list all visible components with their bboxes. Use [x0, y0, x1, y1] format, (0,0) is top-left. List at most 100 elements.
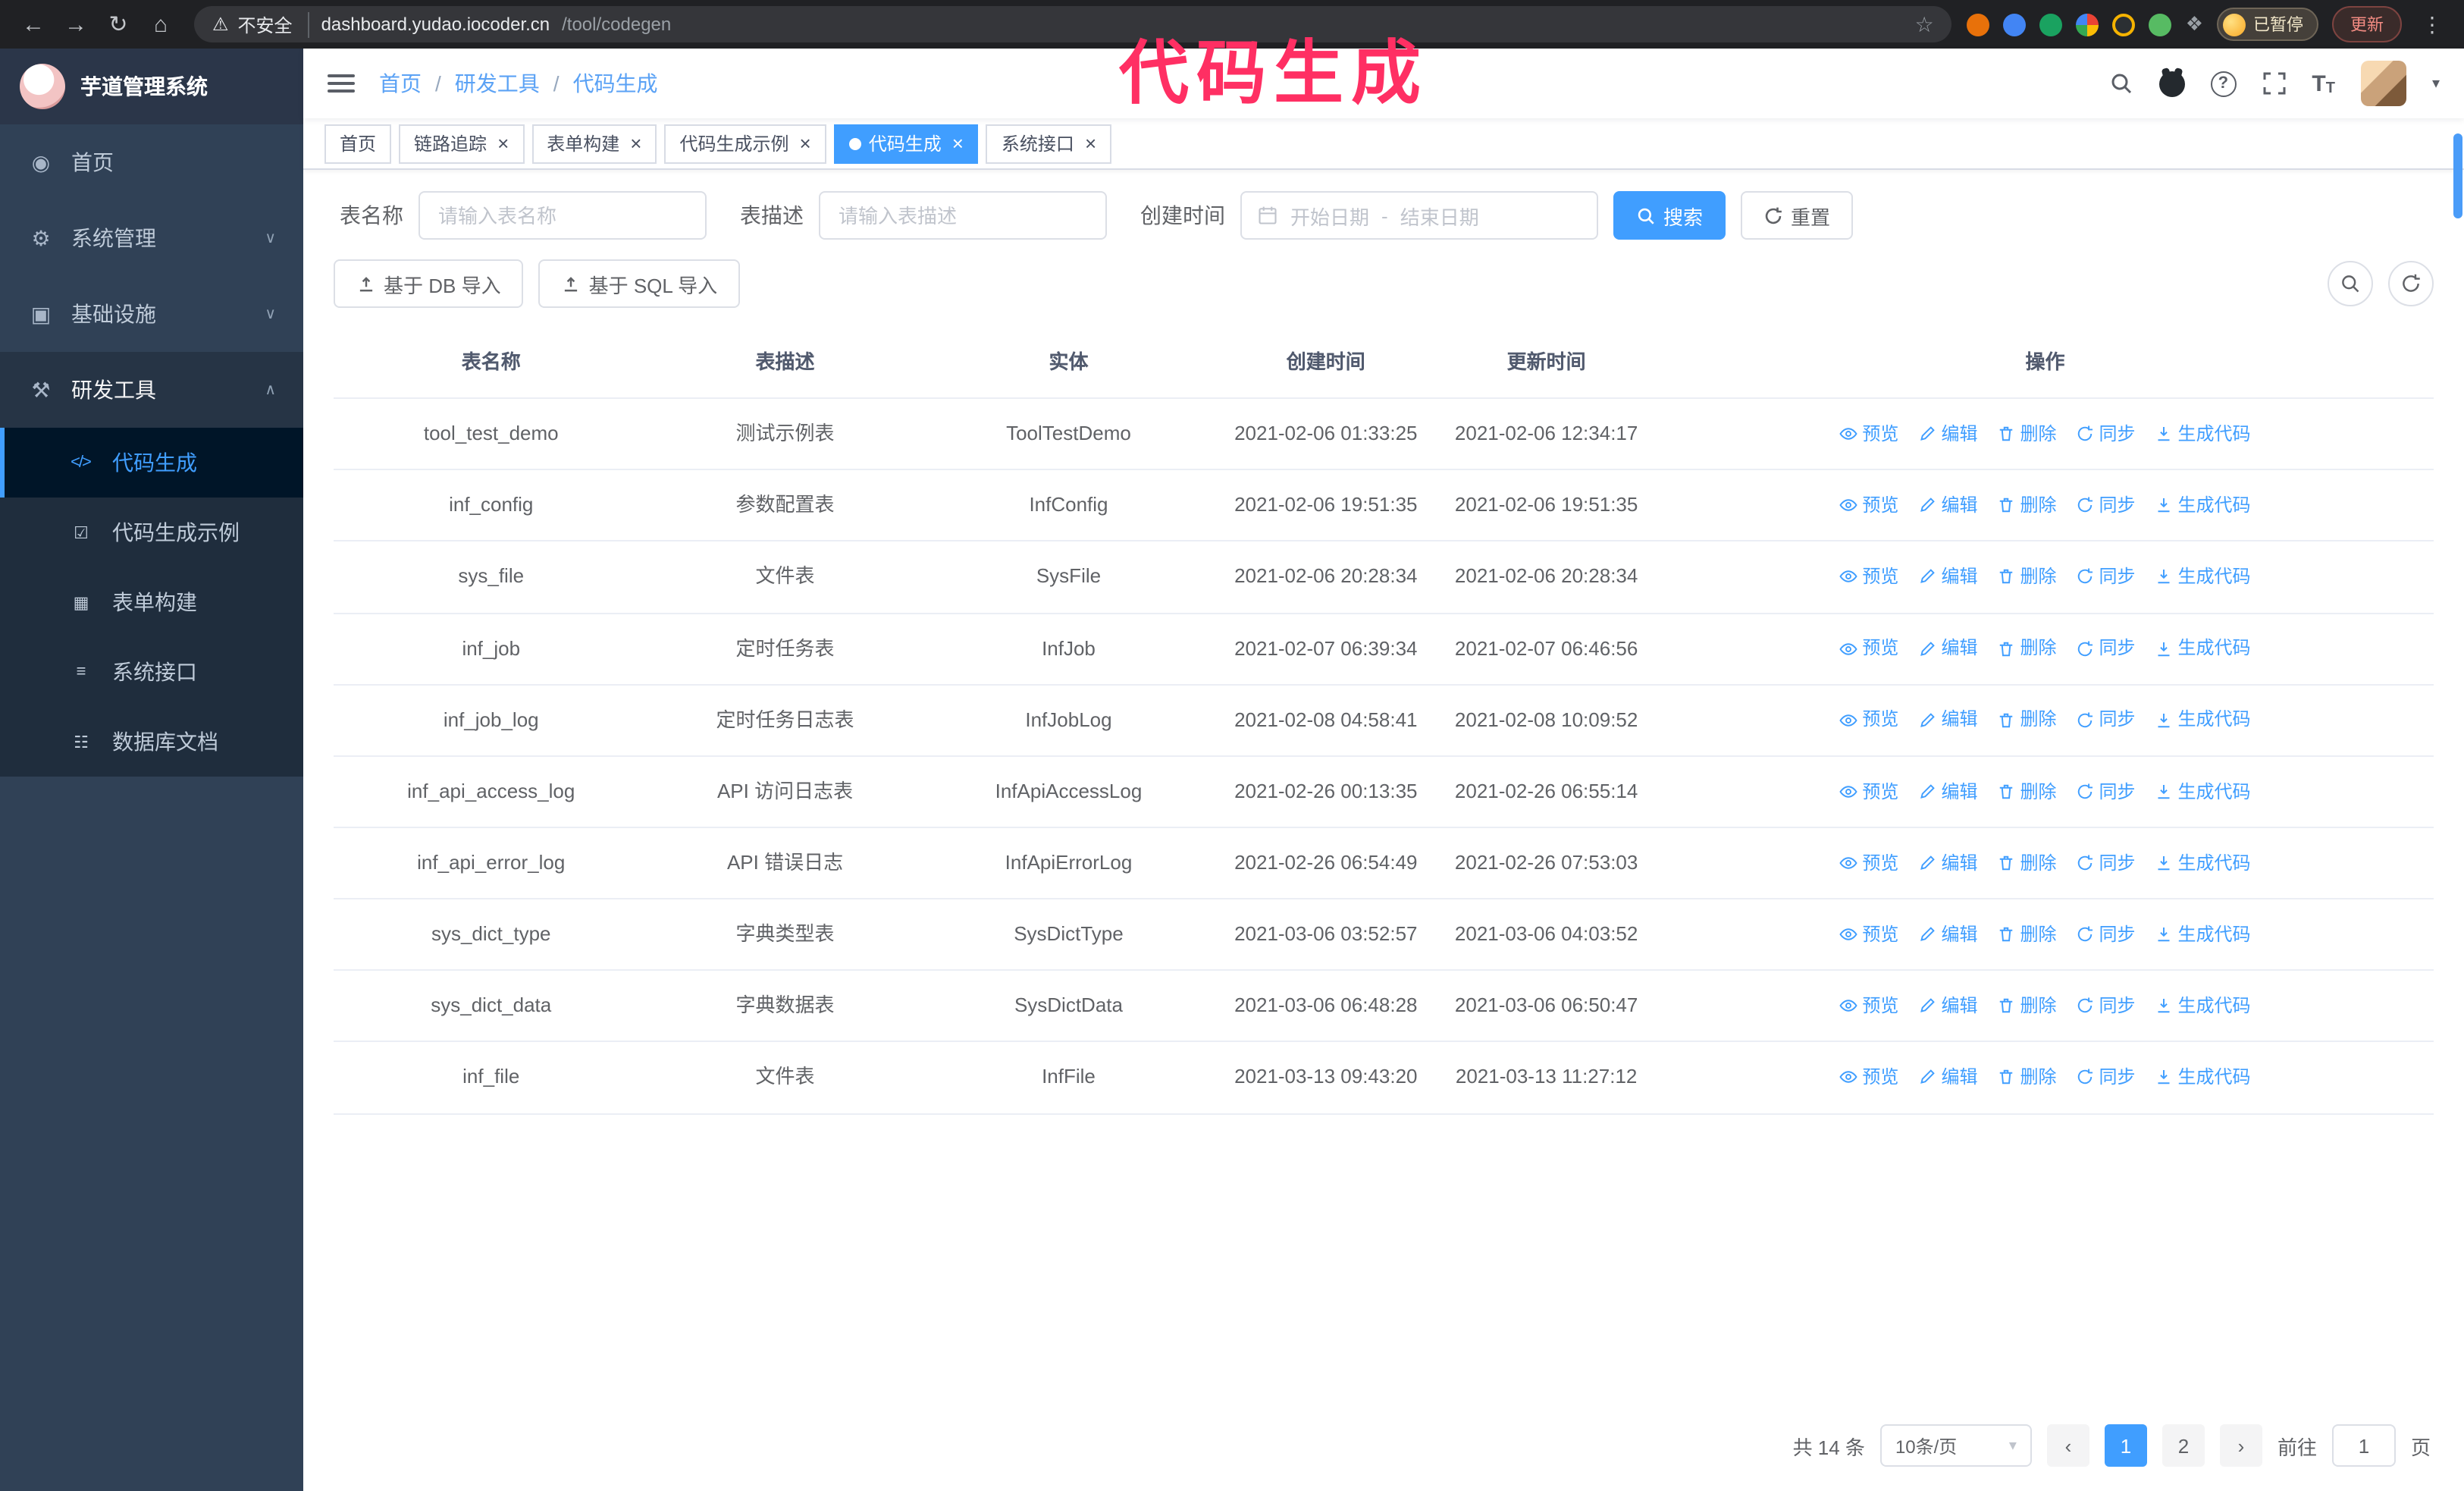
preview-link[interactable]: 预览 — [1839, 849, 1898, 877]
generate-code-link[interactable]: 生成代码 — [2155, 921, 2251, 949]
import-db-button[interactable]: 基于 DB 导入 — [334, 259, 524, 308]
tab[interactable]: 表单构建 × — [531, 124, 657, 163]
generate-code-link[interactable]: 生成代码 — [2155, 491, 2251, 519]
fullscreen-icon[interactable] — [2262, 71, 2286, 96]
search-icon[interactable] — [2108, 71, 2133, 96]
preview-link[interactable]: 预览 — [1839, 420, 1898, 448]
sync-link[interactable]: 同步 — [2077, 563, 2136, 591]
delete-link[interactable]: 删除 — [1997, 849, 2057, 877]
sidebar-item-db-doc[interactable]: ☷ 数据库文档 — [0, 707, 303, 777]
bookmark-star-icon[interactable]: ☆ — [1915, 11, 1934, 37]
tab[interactable]: 代码生成示例 × — [664, 124, 826, 163]
sidebar-item-form-builder[interactable]: ▦ 表单构建 — [0, 567, 303, 637]
sync-link[interactable]: 同步 — [2077, 849, 2136, 877]
sync-link[interactable]: 同步 — [2077, 420, 2136, 448]
sidebar-item-api[interactable]: ≡ 系统接口 — [0, 637, 303, 707]
import-sql-button[interactable]: 基于 SQL 导入 — [538, 259, 741, 308]
edit-link[interactable]: 编辑 — [1918, 491, 1977, 519]
refresh-table-button[interactable] — [2388, 261, 2434, 306]
tab-close-icon[interactable]: × — [952, 133, 964, 153]
preview-link[interactable]: 预览 — [1839, 491, 1898, 519]
breadcrumb-devtools[interactable]: 研发工具 — [455, 68, 540, 99]
extension-icon[interactable] — [1967, 13, 1990, 36]
generate-code-link[interactable]: 生成代码 — [2155, 1063, 2251, 1091]
edit-link[interactable]: 编辑 — [1918, 849, 1977, 877]
sync-link[interactable]: 同步 — [2077, 706, 2136, 734]
browser-forward-icon[interactable]: → — [58, 6, 94, 42]
address-bar[interactable]: ⚠ 不安全 dashboard.yudao.iocoder.cn/tool/co… — [194, 6, 1952, 42]
browser-reload-icon[interactable]: ↻ — [100, 6, 136, 42]
sync-link[interactable]: 同步 — [2077, 921, 2136, 949]
tab[interactable]: 链路追踪 × — [399, 124, 525, 163]
reset-button[interactable]: 重置 — [1741, 191, 1854, 240]
preview-link[interactable]: 预览 — [1839, 635, 1898, 663]
preview-link[interactable]: 预览 — [1839, 706, 1898, 734]
sidebar-item-codegen[interactable]: </> 代码生成 — [0, 428, 303, 498]
toggle-search-button[interactable] — [2328, 261, 2373, 306]
sidebar-item-home[interactable]: ◉ 首页 — [0, 124, 303, 200]
goto-page-input[interactable] — [2331, 1424, 2396, 1467]
page-button-2[interactable]: 2 — [2161, 1424, 2205, 1467]
delete-link[interactable]: 删除 — [1997, 921, 2057, 949]
tab-close-icon[interactable]: × — [630, 133, 641, 153]
preview-link[interactable]: 预览 — [1839, 921, 1898, 949]
extensions-puzzle-icon[interactable]: ❖ — [2186, 12, 2203, 36]
preview-link[interactable]: 预览 — [1839, 777, 1898, 805]
generate-code-link[interactable]: 生成代码 — [2155, 992, 2251, 1020]
tab[interactable]: 系统接口 × — [986, 124, 1112, 163]
github-icon[interactable] — [2158, 71, 2185, 96]
tab-close-icon[interactable]: × — [1085, 133, 1096, 153]
generate-code-link[interactable]: 生成代码 — [2155, 563, 2251, 591]
security-indicator[interactable]: ⚠ 不安全 — [212, 11, 309, 37]
delete-link[interactable]: 删除 — [1997, 992, 2057, 1020]
edit-link[interactable]: 编辑 — [1918, 563, 1977, 591]
sync-link[interactable]: 同步 — [2077, 635, 2136, 663]
generate-code-link[interactable]: 生成代码 — [2155, 706, 2251, 734]
edit-link[interactable]: 编辑 — [1918, 420, 1977, 448]
delete-link[interactable]: 删除 — [1997, 777, 2057, 805]
delete-link[interactable]: 删除 — [1997, 420, 2057, 448]
delete-link[interactable]: 删除 — [1997, 706, 2057, 734]
extension-icon[interactable] — [2112, 13, 2136, 36]
preview-link[interactable]: 预览 — [1839, 1063, 1898, 1091]
date-range-picker[interactable]: 开始日期 - 结束日期 — [1240, 191, 1598, 240]
generate-code-link[interactable]: 生成代码 — [2155, 849, 2251, 877]
tab-close-icon[interactable]: × — [800, 133, 811, 153]
edit-link[interactable]: 编辑 — [1918, 777, 1977, 805]
browser-home-icon[interactable]: ⌂ — [143, 6, 179, 42]
sync-link[interactable]: 同步 — [2077, 1063, 2136, 1091]
generate-code-link[interactable]: 生成代码 — [2155, 420, 2251, 448]
sync-link[interactable]: 同步 — [2077, 491, 2136, 519]
preview-link[interactable]: 预览 — [1839, 563, 1898, 591]
edit-link[interactable]: 编辑 — [1918, 635, 1977, 663]
page-size-select[interactable]: 10条/页 ▾ — [1879, 1424, 2032, 1467]
prev-page-button[interactable]: ‹ — [2046, 1424, 2089, 1467]
next-page-button[interactable]: › — [2219, 1424, 2262, 1467]
sidebar-item-system[interactable]: ⚙ 系统管理 ∨ — [0, 200, 303, 276]
page-button-1[interactable]: 1 — [2104, 1424, 2147, 1467]
delete-link[interactable]: 删除 — [1997, 491, 2057, 519]
sidebar-item-devtools[interactable]: ⚒ 研发工具 ∧ — [0, 352, 303, 428]
extension-icon[interactable] — [2076, 13, 2099, 36]
sidebar-toggle-icon[interactable] — [328, 74, 355, 93]
delete-link[interactable]: 删除 — [1997, 635, 2057, 663]
generate-code-link[interactable]: 生成代码 — [2155, 635, 2251, 663]
search-button[interactable]: 搜索 — [1613, 191, 1726, 240]
extension-icon[interactable] — [2039, 13, 2063, 36]
chrome-update-button[interactable]: 更新 — [2332, 6, 2402, 42]
delete-link[interactable]: 删除 — [1997, 1063, 2057, 1091]
user-avatar[interactable] — [2360, 61, 2406, 106]
tab[interactable]: 代码生成 × — [833, 124, 979, 163]
sidebar-item-codegen-demo[interactable]: ☑ 代码生成示例 — [0, 498, 303, 567]
tab[interactable]: 首页 — [324, 124, 392, 163]
scrollbar-thumb[interactable] — [2453, 133, 2462, 218]
generate-code-link[interactable]: 生成代码 — [2155, 777, 2251, 805]
font-size-icon[interactable]: TT — [2312, 71, 2335, 96]
edit-link[interactable]: 编辑 — [1918, 1063, 1977, 1091]
edit-link[interactable]: 编辑 — [1918, 706, 1977, 734]
extension-icon[interactable] — [2149, 13, 2172, 36]
edit-link[interactable]: 编辑 — [1918, 992, 1977, 1020]
extension-icon[interactable] — [2003, 13, 2027, 36]
sidebar-item-infra[interactable]: ▣ 基础设施 ∨ — [0, 276, 303, 352]
avatar-caret-icon[interactable]: ▾ — [2432, 75, 2440, 92]
